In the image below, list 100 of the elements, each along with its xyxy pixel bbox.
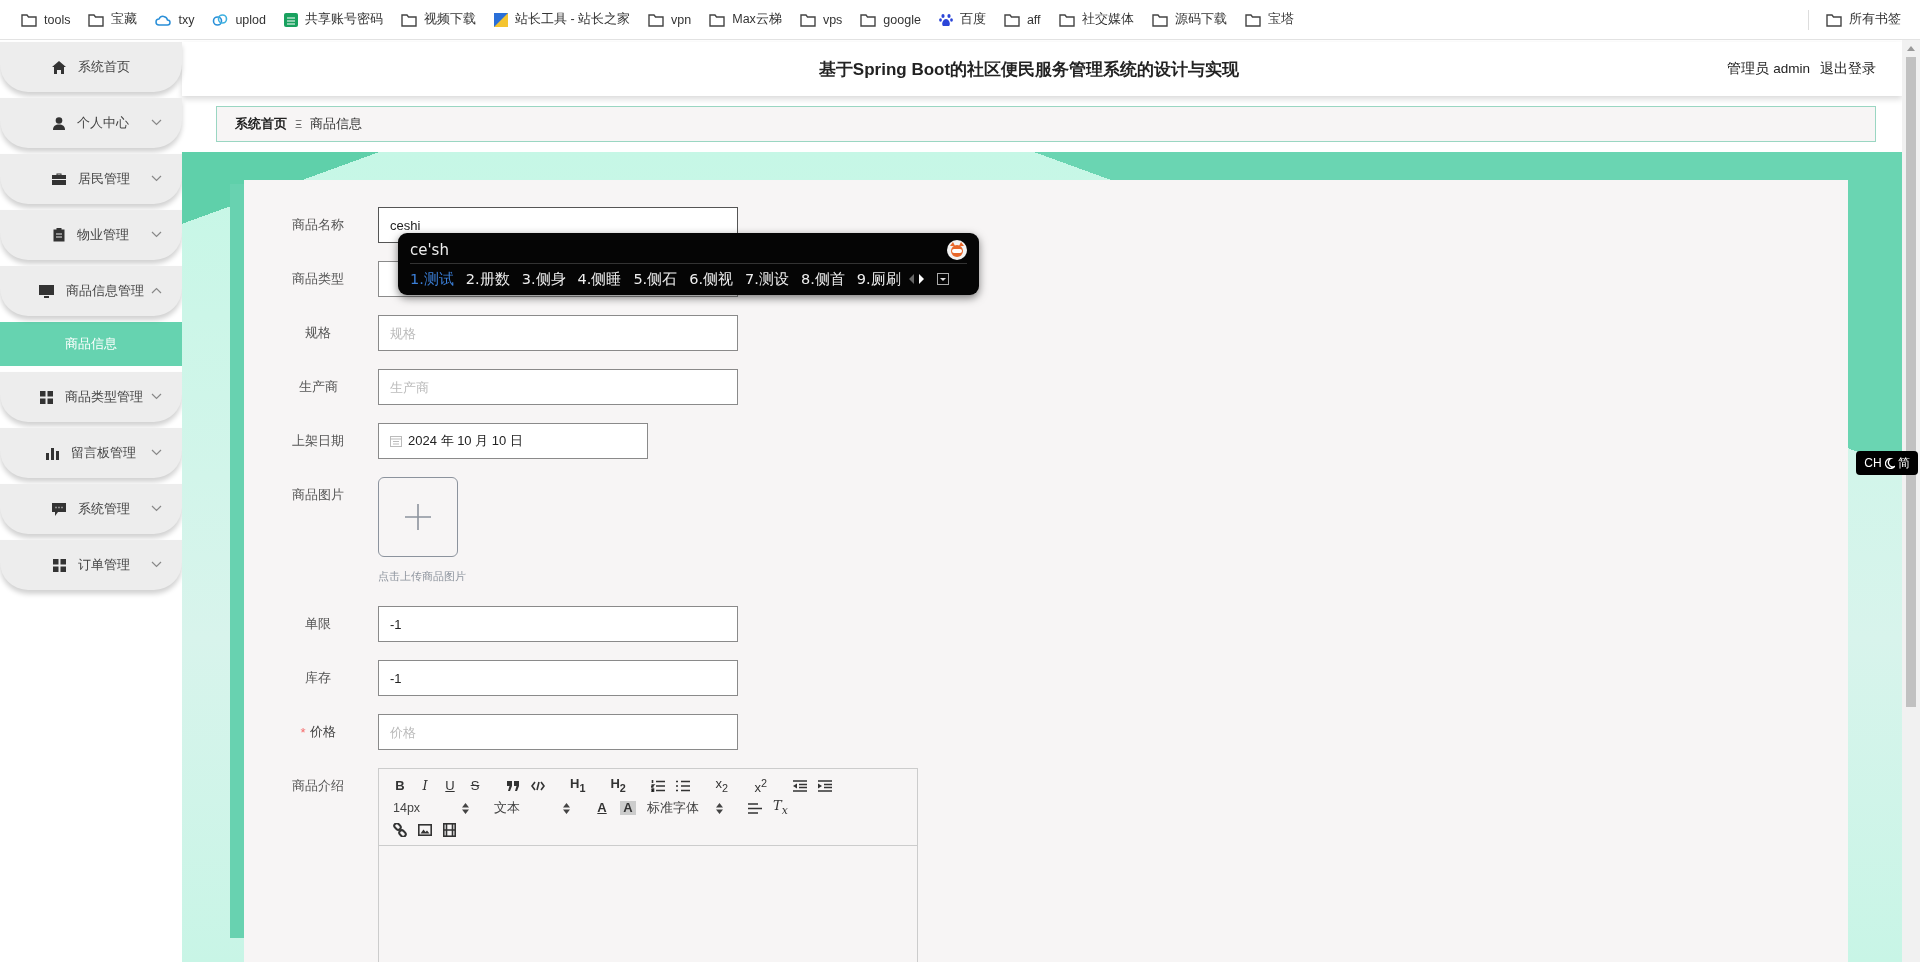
ime-candidate[interactable]: 8.侧首	[800, 269, 845, 289]
system-title: 基于Spring Boot的社区便民服务管理系统的设计与实现	[817, 58, 1241, 81]
bookmark[interactable]: 站长工具 - 站长之家	[487, 7, 638, 32]
folder-icon	[401, 12, 417, 27]
code-icon[interactable]	[531, 781, 545, 791]
menu-item[interactable]: 物业管理	[0, 210, 182, 260]
breadcrumb-link[interactable]: 系统首页	[235, 115, 287, 133]
input-field[interactable]: 价格	[378, 714, 738, 750]
menu-item[interactable]: 订单管理	[0, 540, 182, 590]
input-mode-label: 简	[1897, 454, 1910, 472]
highlight-button[interactable]: A	[620, 801, 636, 815]
folder-icon	[88, 12, 105, 27]
upload-button[interactable]	[378, 477, 458, 557]
ime-candidate[interactable]: 6.侧视	[689, 269, 734, 289]
menu-label: 系统管理	[78, 500, 130, 518]
menu-item[interactable]: 系统管理	[0, 484, 182, 534]
page-arrows-icon[interactable]	[908, 274, 925, 284]
menu-label: 系统首页	[78, 58, 130, 76]
expand-candidates-icon[interactable]	[936, 273, 949, 285]
bookmark[interactable]: google	[853, 8, 928, 31]
film-icon[interactable]	[443, 823, 456, 837]
input-field[interactable]: 生产商	[378, 369, 738, 405]
bold-button[interactable]: B	[393, 779, 407, 793]
ime-composition-text: ce'sh	[410, 241, 449, 259]
grid-icon	[39, 390, 53, 404]
date-field[interactable]: 2024 年 10 月 10 日	[378, 423, 648, 459]
ime-candidate[interactable]: 2.册数	[465, 269, 510, 289]
person-icon	[53, 116, 65, 130]
bookmark[interactable]: 视频下载	[394, 7, 483, 32]
input-field[interactable]: 规格	[378, 315, 738, 351]
bookmark[interactable]: 共享账号密码	[277, 7, 390, 32]
menu-item[interactable]: 个人中心	[0, 98, 182, 148]
outdent-icon[interactable]	[792, 780, 807, 792]
menu-item[interactable]: 系统首页	[0, 42, 182, 92]
underline-button[interactable]: U	[443, 779, 457, 793]
bookmark[interactable]: 源码下载	[1144, 7, 1234, 32]
ime-candidate[interactable]: 5.侧石	[633, 269, 678, 289]
calendar-icon	[390, 435, 402, 447]
bookmark[interactable]: txy	[148, 8, 202, 31]
bullet-list-icon[interactable]	[675, 780, 690, 792]
numbered-list-icon[interactable]	[650, 780, 665, 792]
image-icon[interactable]	[418, 824, 432, 836]
ime-mascot-icon[interactable]	[947, 240, 967, 260]
clear-format-button[interactable]: T$_{x}$	[773, 798, 788, 818]
align-icon[interactable]	[748, 802, 762, 814]
script-button[interactable]: x$_{2}$	[714, 777, 729, 795]
ime-candidate[interactable]: 1.测试	[410, 269, 454, 289]
input-language-label: CH	[1864, 456, 1882, 470]
menu-label: 居民管理	[78, 170, 130, 188]
menu-label: 订单管理	[77, 556, 130, 574]
ime-candidate[interactable]: 9.厕刷	[856, 269, 901, 289]
chain-links-icon	[212, 12, 229, 27]
all-bookmarks-button[interactable]: 所有书签	[1819, 7, 1908, 32]
bookmark[interactable]: 宝藏	[81, 7, 145, 32]
toolbar-dropdown[interactable]: 文本	[494, 799, 570, 817]
plus-icon	[405, 504, 431, 530]
heading-button[interactable]: H$_{2}$	[610, 777, 626, 795]
menu-item[interactable]: 商品信息管理	[0, 266, 182, 316]
heading-button[interactable]: H$_{1}$	[570, 777, 586, 795]
menu-label: 物业管理	[77, 226, 129, 244]
bookmark[interactable]: Max云梯	[702, 7, 789, 32]
rich-text-editor[interactable]: B I U S H$_{1}$ H$_{2}$ x$_{2}$ x$^{2}$ 14px 文本 A A 标准字体 T$_{x}$	[378, 768, 918, 962]
site-logo-icon	[494, 12, 508, 27]
ime-candidate[interactable]: 4.侧睡	[577, 269, 622, 289]
folder-icon	[1058, 12, 1075, 27]
ime-candidate[interactable]: 7.测设	[745, 269, 789, 289]
input-field[interactable]: -1	[378, 660, 738, 696]
bookmark[interactable]: vpn	[641, 8, 699, 31]
bookmark[interactable]: 社交媒体	[1051, 7, 1141, 32]
link-icon[interactable]	[393, 823, 407, 837]
quote-icon[interactable]	[507, 781, 520, 791]
input-field[interactable]: -1	[378, 606, 738, 642]
folder-icon	[709, 12, 726, 27]
folder-icon	[1244, 12, 1261, 27]
bookmark[interactable]: uplod	[205, 8, 273, 31]
field-label: 商品图片	[292, 486, 344, 504]
menu-item[interactable]: 商品类型管理	[0, 372, 182, 422]
bookmark[interactable]: aff	[996, 8, 1048, 31]
upload-hint: 点击上传商品图片	[378, 569, 466, 584]
menu-item[interactable]: 留言板管理	[0, 428, 182, 478]
script-button[interactable]: x$^{2}$	[753, 776, 768, 796]
toolbar-dropdown[interactable]: 标准字体	[647, 799, 723, 817]
logout-link[interactable]: 退出登录	[1820, 60, 1876, 78]
ime-status-bar[interactable]: CH 简	[1856, 451, 1918, 475]
indent-icon[interactable]	[817, 780, 832, 792]
ime-candidate[interactable]: 3.侧身	[521, 269, 566, 289]
bookmark[interactable]: tools	[14, 8, 78, 31]
toolbar-dropdown[interactable]: 14px	[393, 801, 469, 815]
strikethrough-button[interactable]: S	[468, 779, 482, 793]
text-color-button[interactable]: A	[595, 801, 609, 815]
spreadsheet-icon	[284, 12, 298, 27]
required-asterisk: *	[300, 724, 306, 740]
menu-label: 留言板管理	[71, 444, 136, 462]
bookmark[interactable]: 百度	[931, 7, 993, 32]
italic-button[interactable]: I	[418, 779, 432, 793]
menu-item[interactable]: 居民管理	[0, 154, 182, 204]
bar-chart-icon	[46, 446, 59, 460]
folder-icon	[1003, 12, 1020, 27]
bookmark[interactable]: 宝塔	[1237, 7, 1301, 32]
bookmark[interactable]: vps	[792, 8, 850, 31]
